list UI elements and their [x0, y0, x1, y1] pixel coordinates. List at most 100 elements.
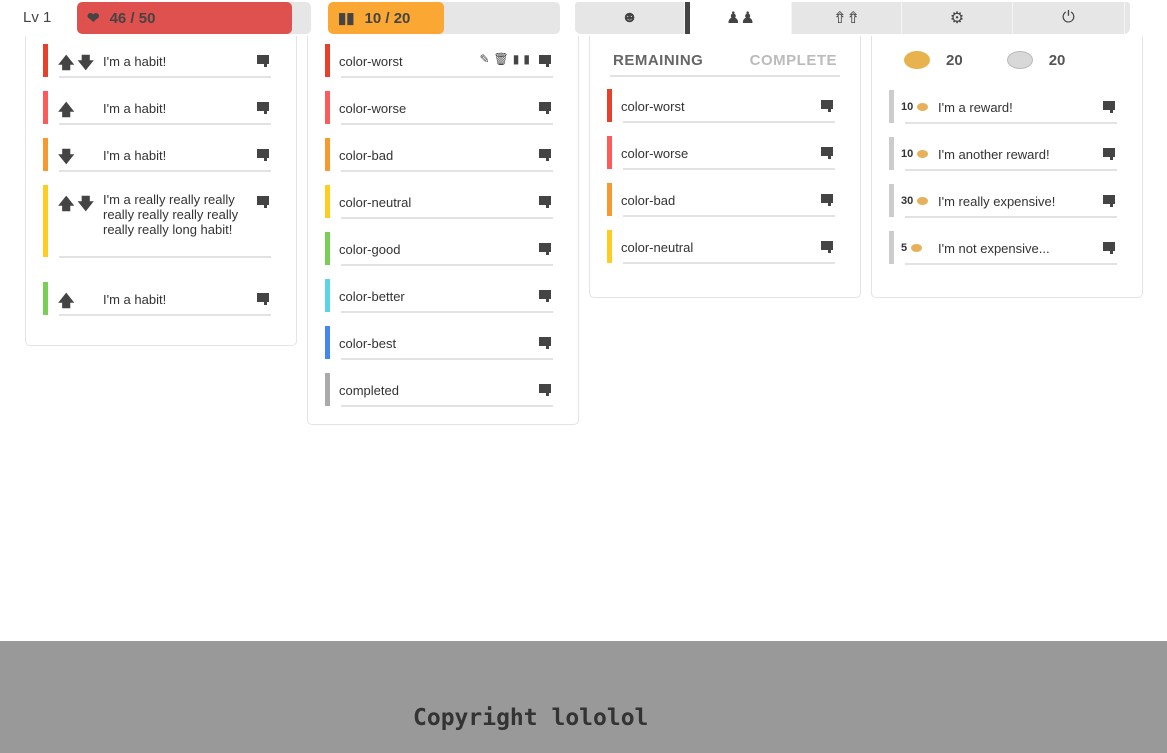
todo-item[interactable]: color-bad: [590, 183, 860, 217]
main-nav: ☻ ♟♟ ⇮⇮ ⚙ ⏻: [575, 2, 1130, 34]
comment-icon[interactable]: [539, 55, 551, 67]
rewards-column: 20 20 10 I'm a reward! 10 I'm another rewar…: [871, 36, 1143, 298]
daily-item[interactable]: completed: [308, 373, 578, 407]
nav-tab-avatar[interactable]: ☻: [575, 2, 685, 34]
habit-item[interactable]: 🡅 I'm a habit!: [26, 91, 296, 126]
daily-text: color-neutral: [339, 195, 412, 210]
daily-item[interactable]: color-worst ✎🗑▮▮: [308, 44, 578, 78]
daily-item[interactable]: color-better: [308, 279, 578, 313]
row-divider: [905, 169, 1117, 171]
nav-tab-logout[interactable]: ⏻: [1013, 2, 1125, 34]
color-bar: [325, 326, 330, 359]
edit-delete-stats-icons[interactable]: ✎🗑▮▮: [480, 52, 535, 66]
arrow-buttons[interactable]: 🡅: [58, 99, 77, 126]
comment-icon[interactable]: [539, 384, 551, 396]
nav-tab-party[interactable]: ♟♟: [685, 2, 792, 34]
gold-coin-icon: [917, 150, 929, 158]
comment-icon[interactable]: [257, 55, 269, 67]
row-divider: [623, 215, 835, 217]
color-bar: [607, 136, 612, 169]
gold-coin-icon: [917, 197, 929, 205]
arrow-buttons[interactable]: 🡇: [58, 146, 77, 173]
nav-tab-settings[interactable]: ⚙: [902, 2, 1013, 34]
tab-remaining[interactable]: REMAINING: [613, 52, 703, 69]
footer: Copyright lololol: [0, 641, 1167, 753]
habit-text: I'm a really really really really really…: [103, 192, 239, 237]
comment-icon[interactable]: [821, 100, 833, 112]
comment-icon[interactable]: [257, 196, 269, 208]
reward-price[interactable]: 10: [901, 101, 941, 113]
comment-icon[interactable]: [257, 293, 269, 305]
comment-icon[interactable]: [257, 102, 269, 114]
nav-tab-market[interactable]: ⇮⇮: [792, 2, 902, 34]
comment-icon[interactable]: [539, 196, 551, 208]
tab-complete[interactable]: COMPLETE: [750, 52, 837, 69]
habit-item[interactable]: 🡇 I'm a habit!: [26, 138, 296, 173]
daily-text: completed: [339, 383, 399, 398]
settings-icon: ⚙: [949, 10, 965, 27]
row-divider: [59, 256, 271, 258]
price-value: 5: [901, 242, 908, 254]
row-divider: [341, 264, 553, 266]
reward-price[interactable]: 10: [901, 148, 941, 160]
daily-item[interactable]: color-best: [308, 326, 578, 360]
daily-item[interactable]: color-bad: [308, 138, 578, 172]
comment-icon[interactable]: [1103, 195, 1115, 207]
row-divider: [59, 314, 271, 316]
health-label: 46 / 50: [109, 9, 156, 27]
habit-item[interactable]: 🡅🡇 I'm a really really really really real…: [26, 185, 296, 258]
todo-item[interactable]: color-neutral: [590, 230, 860, 264]
comment-icon[interactable]: [539, 243, 551, 255]
row-divider: [341, 405, 553, 407]
daily-text: color-good: [339, 242, 401, 257]
habits-column: 🡅🡇 I'm a habit! 🡅 I'm a habit! 🡇 I'm a habit!…: [25, 36, 297, 346]
arrow-buttons[interactable]: 🡅🡇: [58, 193, 97, 220]
daily-item[interactable]: color-good: [308, 232, 578, 266]
arrow-buttons[interactable]: 🡅: [58, 290, 77, 317]
row-divider: [905, 216, 1117, 218]
comment-icon[interactable]: [1103, 148, 1115, 160]
reward-item[interactable]: 10 I'm a reward!: [872, 90, 1142, 124]
gold-coin-icon: [917, 103, 929, 111]
daily-item[interactable]: color-neutral: [308, 185, 578, 219]
daily-item[interactable]: color-worse: [308, 91, 578, 125]
habit-text: I'm a habit!: [103, 148, 167, 163]
comment-icon[interactable]: [821, 147, 833, 159]
comment-icon[interactable]: [257, 149, 269, 161]
habit-item[interactable]: 🡅🡇 I'm a habit!: [26, 44, 296, 79]
color-bar: [889, 137, 894, 170]
comment-icon[interactable]: [1103, 242, 1115, 254]
comment-icon[interactable]: [821, 194, 833, 206]
reward-item[interactable]: 30 I'm really expensive!: [872, 184, 1142, 218]
health-bar: ❤ 46 / 50: [77, 2, 311, 34]
reward-price[interactable]: 30: [901, 195, 941, 207]
todo-text: color-bad: [621, 193, 676, 208]
comment-icon[interactable]: [539, 102, 551, 114]
reward-price[interactable]: 5: [901, 242, 941, 254]
gold-amount: 20: [946, 51, 963, 69]
color-bar: [607, 183, 612, 216]
reward-item[interactable]: 10 I'm another reward!: [872, 137, 1142, 171]
comment-icon[interactable]: [821, 241, 833, 253]
todo-item[interactable]: color-worse: [590, 136, 860, 170]
color-bar: [43, 44, 48, 77]
habit-text: I'm a habit!: [103, 101, 167, 116]
gold-coin-icon: [904, 51, 930, 69]
color-bar: [325, 91, 330, 124]
color-bar: [325, 279, 330, 312]
reward-item[interactable]: 5 I'm not expensive...: [872, 231, 1142, 265]
party-icon: ♟♟: [726, 10, 755, 27]
reward-text: I'm another reward!: [938, 147, 1050, 162]
comment-icon[interactable]: [539, 149, 551, 161]
bars-icon: ▮▮: [338, 10, 355, 27]
comment-icon[interactable]: [1103, 101, 1115, 113]
arrow-buttons[interactable]: 🡅🡇: [58, 52, 97, 79]
todo-item[interactable]: color-worst: [590, 89, 860, 123]
color-bar: [43, 185, 48, 257]
avatar-icon: ☻: [621, 9, 638, 26]
color-bar: [889, 184, 894, 217]
comment-icon[interactable]: [539, 290, 551, 302]
silver-amount: 20: [1048, 51, 1066, 69]
habit-item[interactable]: 🡅 I'm a habit!: [26, 282, 296, 317]
comment-icon[interactable]: [539, 337, 551, 349]
